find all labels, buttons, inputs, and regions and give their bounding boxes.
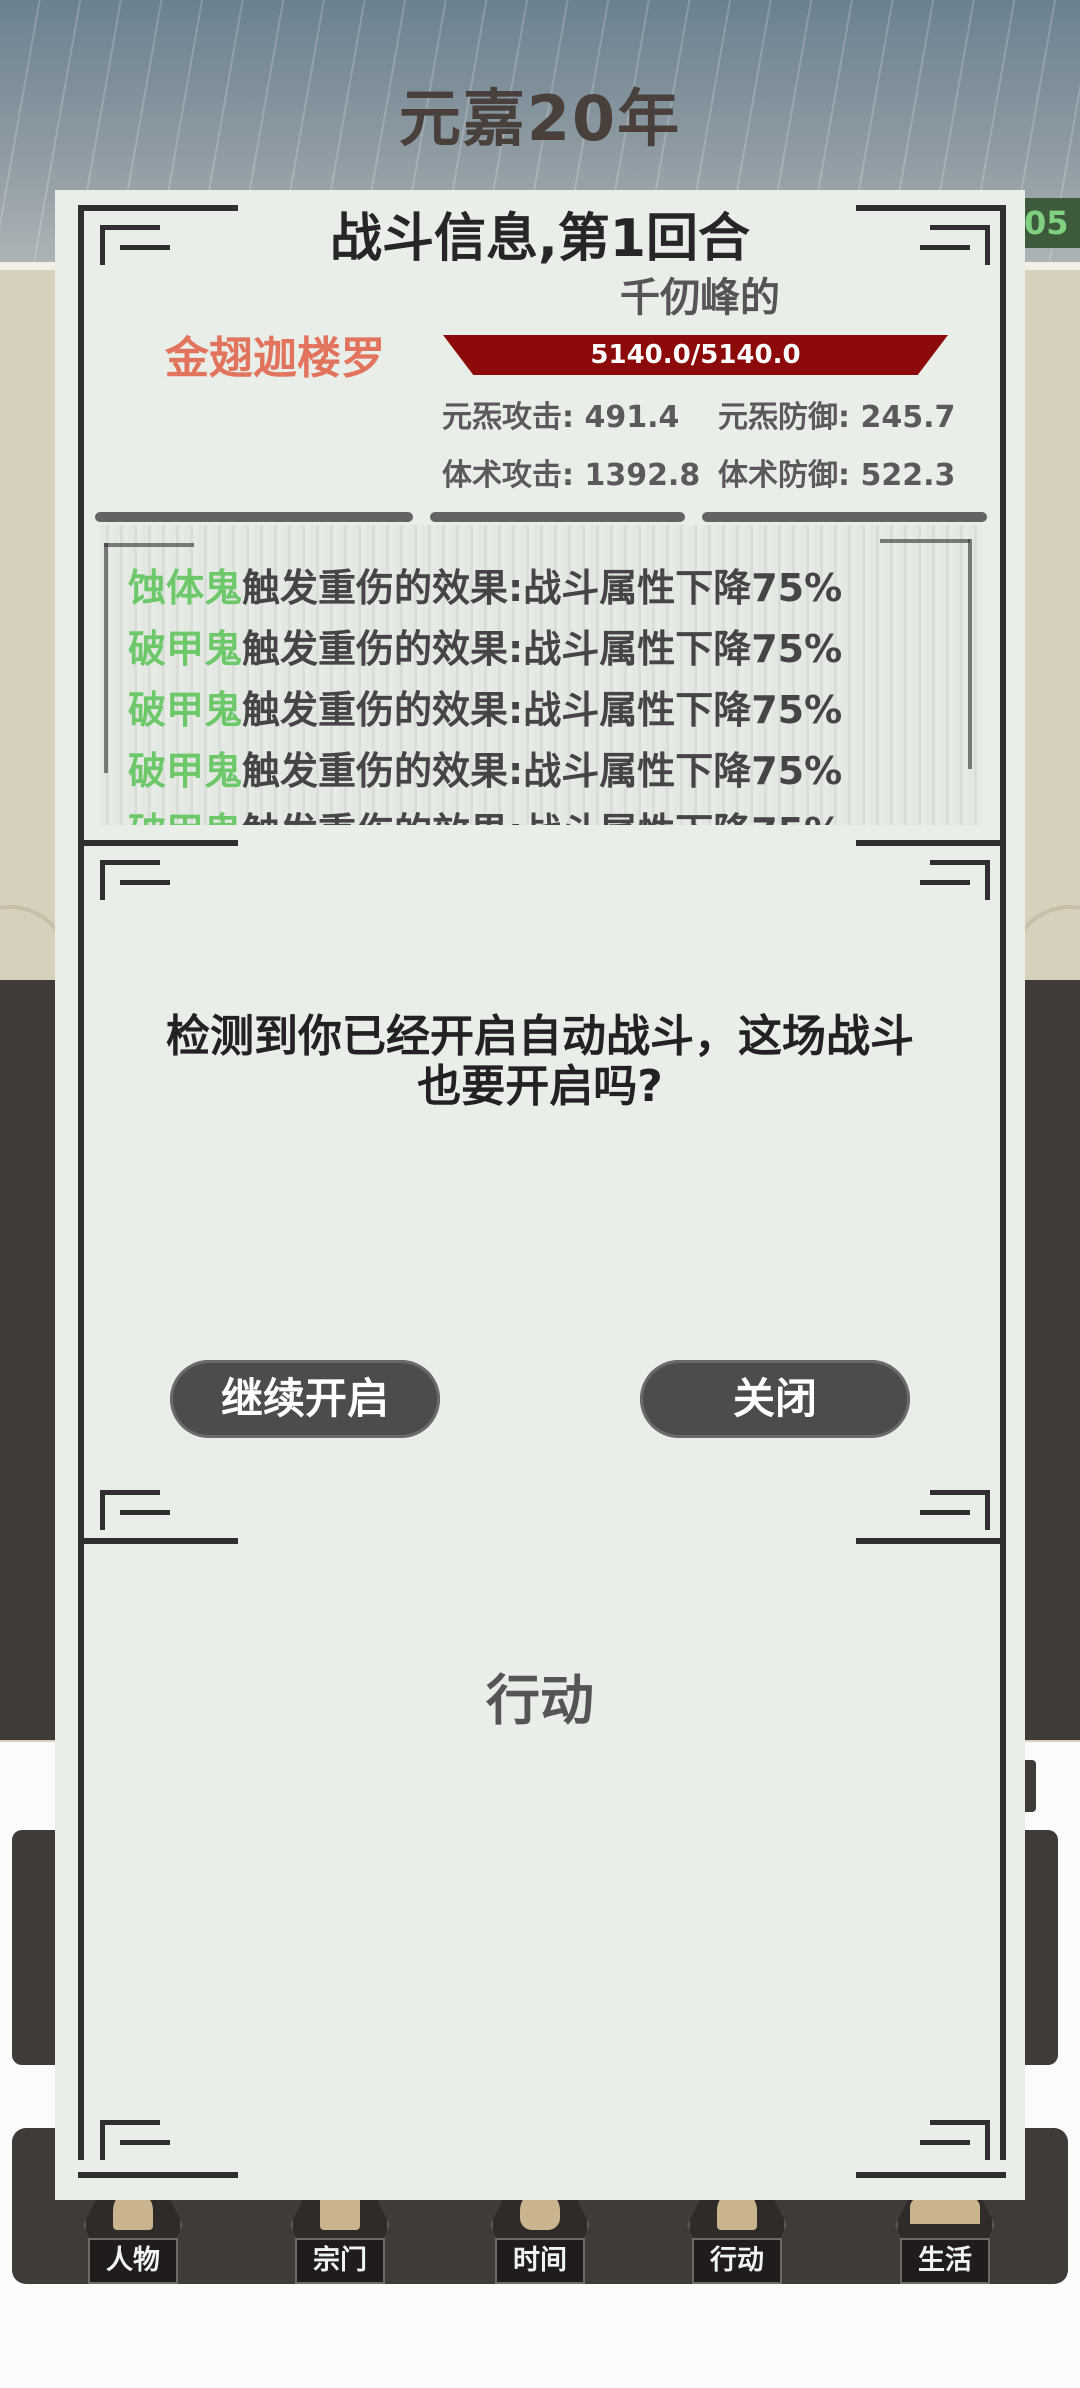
close-button[interactable]: 关闭 — [640, 1360, 910, 1438]
message-line-1: 检测到你已经开启自动战斗，这场战斗 — [166, 1011, 914, 1062]
nav-item-person[interactable]: 人物 — [58, 2190, 208, 2290]
nav-label-action: 行动 — [692, 2238, 782, 2284]
log-line: 蚀体鬼触发重伤的效果:战斗属性下降75% — [128, 557, 842, 612]
log-line: 破甲鬼触发重伤的效果:战斗属性下降75% — [128, 679, 842, 734]
panel-frame-left — [78, 240, 84, 2160]
nav-label-time: 时间 — [495, 2238, 585, 2284]
stat-body-defense: 体术防御: 522.3 — [718, 458, 956, 493]
continue-auto-battle-button[interactable]: 继续开启 — [170, 1360, 440, 1438]
log-actor: 破甲鬼 — [128, 749, 243, 793]
action-panel-title: 行动 — [486, 1669, 594, 1732]
enemy-owner-label: 千仞峰的 — [620, 275, 780, 321]
divider-left — [95, 512, 413, 522]
stat-yuanyi-attack: 元炁攻击: 491.4 — [442, 400, 680, 435]
game-screen: 元嘉20年 05 人物 宗门 时间 行动 生活 战斗信息,第1回合 千仞峰的 金… — [0, 0, 1080, 2388]
message-line-2: 也要开启吗? — [417, 1061, 663, 1112]
log-effect: 触发重伤的效果:战斗属性下降75% — [242, 810, 842, 825]
action-panel — [55, 1460, 1025, 2200]
auto-battle-dialog — [55, 830, 1025, 1560]
enemy-hp-bar: 5140.0/5140.0 — [443, 335, 948, 375]
nav-label-person: 人物 — [88, 2238, 178, 2284]
log-actor: 破甲鬼 — [128, 627, 243, 671]
panel-frame-right — [1000, 240, 1006, 2160]
battle-info-title: 战斗信息,第1回合 — [330, 209, 750, 269]
auto-battle-message: 检测到你已经开启自动战斗，这场战斗 也要开启吗? — [120, 1012, 960, 1112]
side-counter-badge: 05 — [1020, 198, 1080, 248]
log-actor: 蚀体鬼 — [128, 566, 243, 610]
nav-label-life: 生活 — [900, 2238, 990, 2284]
year-title: 元嘉20年 — [398, 82, 682, 155]
nav-item-life[interactable]: 生活 — [870, 2190, 1020, 2290]
divider-right — [702, 512, 987, 522]
log-effect: 触发重伤的效果:战斗属性下降75% — [242, 688, 843, 732]
log-actor: 破甲鬼 — [128, 810, 242, 825]
nav-item-sect[interactable]: 宗门 — [265, 2190, 415, 2290]
nav-item-action[interactable]: 行动 — [662, 2190, 812, 2290]
log-effect: 触发重伤的效果:战斗属性下降75% — [242, 566, 843, 610]
nav-item-time[interactable]: 时间 — [465, 2190, 615, 2290]
nav-label-sect: 宗门 — [295, 2238, 385, 2284]
stat-body-attack: 体术攻击: 1392.8 — [442, 458, 701, 493]
log-line: 破甲鬼触发重伤的效果:战斗属性下降75% — [128, 618, 842, 673]
divider-middle — [430, 512, 685, 522]
enemy-name: 金翅迦楼罗 — [165, 333, 385, 384]
log-effect: 触发重伤的效果:战斗属性下降75% — [242, 627, 843, 671]
log-effect: 触发重伤的效果:战斗属性下降75% — [242, 749, 843, 793]
stat-yuanyi-defense: 元炁防御: 245.7 — [718, 400, 956, 435]
log-line: 破甲鬼触发重伤的效果:战斗属性下降75% — [128, 740, 842, 795]
log-line: 破甲鬼触发重伤的效果:战斗属性下降75% — [128, 801, 842, 825]
battle-log[interactable]: 蚀体鬼触发重伤的效果:战斗属性下降75% 破甲鬼触发重伤的效果:战斗属性下降75… — [100, 525, 982, 825]
log-actor: 破甲鬼 — [128, 688, 243, 732]
